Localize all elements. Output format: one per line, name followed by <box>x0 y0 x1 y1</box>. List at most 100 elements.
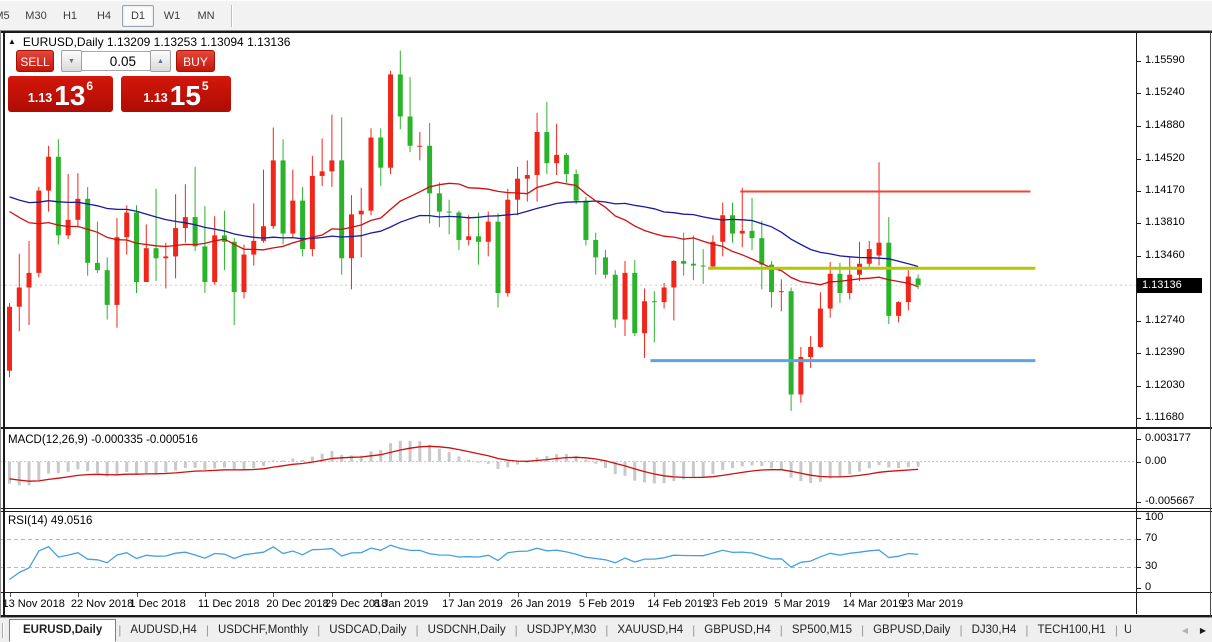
sell-price-pip: 6 <box>86 79 93 93</box>
tab-TECH100-H1[interactable]: TECH100,H1 <box>1028 620 1114 641</box>
date-tick <box>518 593 519 597</box>
date-tick <box>332 593 333 597</box>
tabbar-grip <box>2 623 4 638</box>
axis-label: 0.00 <box>1145 455 1166 468</box>
axis-label: 5 Feb 2019 <box>579 598 635 611</box>
volume-input[interactable] <box>82 51 150 71</box>
axis-tick <box>1137 256 1141 257</box>
pane-border <box>0 592 1212 593</box>
axis-tick <box>1137 353 1141 354</box>
axis-label: 13 Nov 2018 <box>3 598 65 611</box>
axis-label: 1 Dec 2018 <box>130 598 186 611</box>
date-tick <box>205 593 206 597</box>
price-axis-separator <box>1136 33 1137 614</box>
buy-button[interactable]: BUY <box>176 50 215 72</box>
date-tick <box>781 593 782 597</box>
axis-label: 30 <box>1145 560 1157 573</box>
date-tick <box>381 593 382 597</box>
tab-XAUUSD-H4[interactable]: XAUUSD,H4 <box>608 620 692 641</box>
timeframe-button-W1[interactable]: W1 <box>156 5 188 27</box>
timeframe-button-H1[interactable]: H1 <box>54 5 86 27</box>
axis-tick <box>1137 61 1141 62</box>
macd-label: MACD(12,26,9) -0.000335 -0.000516 <box>8 434 198 446</box>
tab-USDCNH-Daily[interactable]: USDCNH,Daily <box>419 620 515 641</box>
buy-price-pip: 5 <box>202 79 209 93</box>
chevron-down-icon: ▼ <box>68 58 75 65</box>
chart-tab-bar: EURUSD,Daily|AUDUSD,H4|USDCHF,Monthly|US… <box>0 617 1212 642</box>
axis-label: 1.14520 <box>1145 152 1185 165</box>
axis-label: 0.003177 <box>1145 432 1191 445</box>
chart-title-row: ▲ EURUSD,Daily 1.13209 1.13253 1.13094 1.… <box>8 35 290 49</box>
window-border-left <box>3 31 5 617</box>
axis-label: 100 <box>1145 511 1163 524</box>
one-click-price-row: 1.13136 1.13155 <box>8 76 231 112</box>
date-tick <box>449 593 450 597</box>
axis-tick <box>1137 588 1141 589</box>
buy-price-box[interactable]: 1.13155 <box>121 76 231 112</box>
tab-SP500-M15[interactable]: SP500,M15 <box>783 620 861 641</box>
tab-DJ30-H4[interactable]: DJ30,H4 <box>963 620 1026 641</box>
tab-USDJPY-M30[interactable]: USDJPY,M30 <box>518 620 605 641</box>
axis-label: 1.15240 <box>1145 86 1185 99</box>
tab-AUDUSD-H4[interactable]: AUDUSD,H4 <box>121 620 205 641</box>
tab-USDCAD-Daily[interactable]: USDCAD,Daily <box>320 620 415 641</box>
toolbar-separator <box>231 5 233 27</box>
axis-label: 23 Feb 2019 <box>706 598 768 611</box>
axis-label: 17 Jan 2019 <box>442 598 503 611</box>
pane-splitter-macd[interactable] <box>0 427 1212 429</box>
date-tick <box>654 593 655 597</box>
date-tick <box>586 593 587 597</box>
sell-button[interactable]: SELL <box>16 50 54 72</box>
tabs-scroll-left-icon[interactable]: ◀ <box>1182 626 1188 635</box>
timeframe-button-D1[interactable]: D1 <box>122 5 154 27</box>
pane-splitter-rsi[interactable] <box>0 511 1212 512</box>
axis-label: 14 Mar 2019 <box>843 598 905 611</box>
axis-label: 22 Nov 2018 <box>71 598 133 611</box>
date-tick <box>78 593 79 597</box>
window-border-right <box>1210 31 1212 617</box>
axis-tick <box>1137 223 1141 224</box>
axis-label: 29 Dec 2018 <box>325 598 387 611</box>
axis-label: 1.13810 <box>1145 216 1185 229</box>
axis-label: 70 <box>1145 532 1157 545</box>
date-tick <box>10 593 11 597</box>
axis-label: 20 Dec 2018 <box>266 598 328 611</box>
sell-price-box[interactable]: 1.13136 <box>8 76 113 112</box>
tab-GBPUSD-H4[interactable]: GBPUSD,H4 <box>695 620 779 641</box>
volume-increase-button[interactable]: ▲ <box>150 50 171 72</box>
axis-label: 5 Mar 2019 <box>774 598 830 611</box>
tab-EURUSD-Daily[interactable]: EURUSD,Daily <box>9 619 116 642</box>
axis-label: 1.12740 <box>1145 314 1185 327</box>
window-border-left-outer <box>0 31 1 617</box>
tab-truncated[interactable]: U <box>1118 620 1131 641</box>
axis-tick <box>1137 191 1141 192</box>
timeframe-button-H4[interactable]: H4 <box>88 5 120 27</box>
axis-label: 1.13460 <box>1145 249 1185 262</box>
chart-title: EURUSD,Daily 1.13209 1.13253 1.13094 1.1… <box>23 35 291 49</box>
axis-tick <box>1137 502 1141 503</box>
axis-tick <box>1137 386 1141 387</box>
current-price-tag: 1.13136 <box>1137 278 1202 293</box>
window-border-top <box>0 31 1212 33</box>
date-tick <box>137 593 138 597</box>
axis-label: 1.12390 <box>1145 346 1185 359</box>
tabs-scroll-right-icon[interactable]: ▶ <box>1200 626 1206 635</box>
axis-label: 26 Jan 2019 <box>511 598 572 611</box>
tab-USDCHF-Monthly[interactable]: USDCHF,Monthly <box>209 620 317 641</box>
axis-tick <box>1137 462 1141 463</box>
collapse-arrow-icon[interactable]: ▲ <box>8 37 16 46</box>
axis-tick <box>1137 567 1141 568</box>
timeframe-button-MN[interactable]: MN <box>190 5 222 27</box>
tab-GBPUSD-Daily[interactable]: GBPUSD,Daily <box>864 620 959 641</box>
axis-tick <box>1137 126 1141 127</box>
one-click-trading-row: SELL ▼ ▲ BUY <box>16 50 215 72</box>
rsi-pane[interactable] <box>0 512 1136 592</box>
timeframe-toolbar: M5M30H1H4D1W1MN <box>0 0 1212 31</box>
timeframe-button-M30[interactable]: M30 <box>20 5 52 27</box>
volume-decrease-button[interactable]: ▼ <box>61 50 82 72</box>
axis-label: 1.11680 <box>1145 411 1184 424</box>
date-tick <box>713 593 714 597</box>
date-tick <box>850 593 851 597</box>
pane-border <box>0 508 1212 509</box>
timeframe-button-M5[interactable]: M5 <box>0 5 18 27</box>
